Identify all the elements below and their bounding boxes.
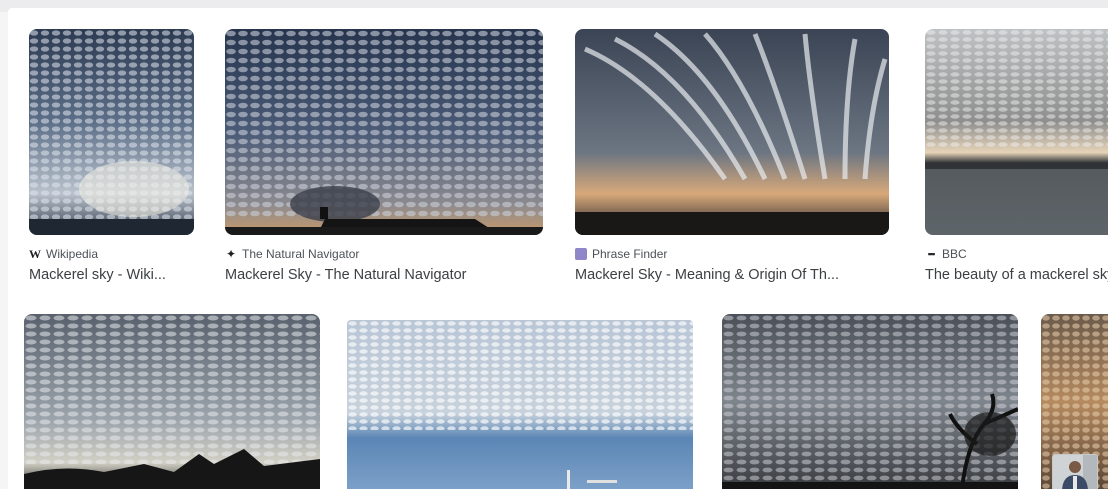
result-source: ✦ The Natural Navigator	[225, 246, 543, 262]
source-name: The Natural Navigator	[242, 247, 360, 261]
result-title[interactable]: Mackerel sky - Wiki...	[29, 265, 194, 285]
presenter-video-overlay	[1052, 454, 1098, 489]
result-source: Phrase Finder	[575, 246, 889, 262]
image-result-row2-1[interactable]	[24, 314, 320, 489]
star-compass-icon: ✦	[225, 247, 237, 261]
source-name: Phrase Finder	[592, 247, 668, 261]
result-source: W Wikipedia	[29, 246, 194, 262]
results-panel: W Wikipedia Mackerel sky - Wiki... ✦ The…	[8, 8, 1108, 489]
image-result-wikipedia[interactable]: W Wikipedia Mackerel sky - Wiki...	[29, 29, 194, 291]
purple-square-icon	[575, 248, 587, 260]
image-thumbnail[interactable]	[925, 29, 1108, 235]
presenter-thumbnail	[1053, 455, 1097, 489]
source-name: BBC	[942, 247, 967, 261]
result-title[interactable]: The beauty of a mackerel sky	[925, 265, 1108, 285]
source-name: Wikipedia	[46, 247, 99, 261]
result-source: ▪▪▪ BBC	[925, 246, 1108, 262]
image-thumbnail[interactable]	[24, 314, 320, 489]
bbc-dots-icon: ▪▪▪	[927, 249, 936, 259]
image-result-row2-2[interactable]	[347, 320, 693, 489]
image-thumbnail[interactable]	[29, 29, 194, 235]
image-thumbnail[interactable]	[575, 29, 889, 235]
image-thumbnail[interactable]	[347, 320, 693, 489]
image-result-bbc[interactable]: ▪▪▪ BBC The beauty of a mackerel sky	[925, 29, 1108, 291]
result-title[interactable]: Mackerel Sky - The Natural Navigator	[225, 265, 543, 285]
image-results-page: W Wikipedia Mackerel sky - Wiki... ✦ The…	[0, 0, 1108, 489]
image-result-phrase-finder[interactable]: Phrase Finder Mackerel Sky - Meaning & O…	[575, 29, 889, 291]
image-thumbnail[interactable]	[722, 314, 1018, 489]
wikipedia-w-icon: W	[29, 247, 41, 261]
image-result-natural-navigator[interactable]: ✦ The Natural Navigator Mackerel Sky - T…	[225, 29, 543, 291]
image-result-row2-3[interactable]	[722, 314, 1018, 489]
image-thumbnail[interactable]	[225, 29, 543, 235]
result-title[interactable]: Mackerel Sky - Meaning & Origin Of Th...	[575, 265, 889, 285]
